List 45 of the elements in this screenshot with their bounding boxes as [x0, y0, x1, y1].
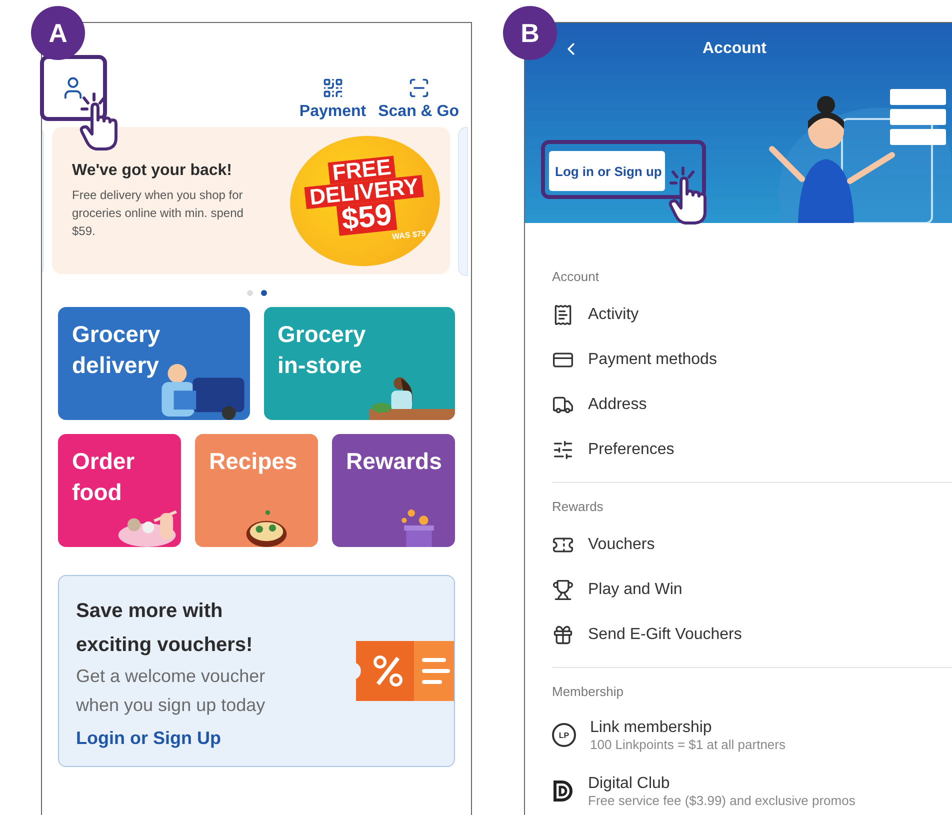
section-heading: Rewards — [552, 499, 604, 514]
promo-banner[interactable]: We've got your back! Free delivery when you shop for groceries online with min. spend $59. FREE DELIVERY $59 WAS $79 — [52, 127, 450, 274]
trophy-icon — [552, 578, 574, 600]
login-button[interactable]: Log in or Sign up — [549, 151, 665, 191]
lp-icon: LP — [552, 723, 576, 747]
gift-icon — [552, 624, 574, 646]
menu-item[interactable]: Payment methods — [552, 337, 952, 382]
service-tile[interactable]: Grocery delivery — [58, 307, 250, 420]
receipt-icon — [552, 304, 574, 326]
panel-label: B — [503, 6, 557, 60]
service-tile[interactable]: Order food — [58, 434, 181, 547]
carousel-dot[interactable] — [260, 290, 266, 296]
hand-pointer-icon — [667, 166, 709, 226]
banner-text: Free delivery when you shop for groceries online with min. spend $59. — [72, 186, 244, 240]
tile-label: Rewards — [346, 447, 442, 476]
voucher-title: Save more with exciting vouchers! — [76, 598, 254, 658]
section-heading: Membership — [552, 684, 625, 699]
banner-title: We've got your back! — [72, 162, 233, 180]
qr-code-icon — [322, 77, 344, 99]
section-heading: Account — [552, 269, 600, 284]
menu-item[interactable]: Vouchers — [552, 522, 952, 567]
item-subtitle: Free service fee ($3.99) and exclusive promos — [588, 792, 856, 808]
d-logo-icon — [552, 780, 574, 802]
login-link[interactable]: Login or Sign Up — [76, 728, 221, 748]
panel-label: A — [31, 6, 85, 60]
sliders-icon — [552, 438, 574, 460]
menu-item[interactable]: LP Link membership 100 Linkpoints = $1 at all partners — [552, 707, 952, 763]
page-title: Account — [702, 40, 768, 58]
scan-button[interactable]: Scan & Go — [378, 77, 459, 121]
service-tile[interactable]: Rewards — [332, 434, 455, 547]
tile-label: Grocery delivery — [72, 320, 162, 380]
carousel-dot[interactable] — [246, 290, 252, 296]
voucher-text: Get a welcome voucher when you sign up today — [76, 664, 266, 717]
menu-item[interactable]: Digital Club Free service fee ($3.99) and exclusive promos — [552, 763, 952, 815]
payment-button[interactable]: Payment — [299, 77, 366, 121]
menu-item[interactable]: Preferences — [552, 427, 952, 472]
menu-item[interactable]: Activity — [552, 292, 952, 337]
menu-item[interactable]: Address — [552, 382, 952, 427]
tile-label: Order food — [72, 447, 136, 507]
menu-item[interactable]: Send E-Gift Vouchers — [552, 612, 952, 657]
menu-item[interactable]: Play and Win — [552, 567, 952, 612]
tile-label: Grocery in-store — [278, 320, 367, 380]
item-subtitle: 100 Linkpoints = $1 at all partners — [590, 736, 786, 752]
tile-label: Recipes — [209, 447, 298, 476]
scan-icon — [408, 77, 430, 99]
